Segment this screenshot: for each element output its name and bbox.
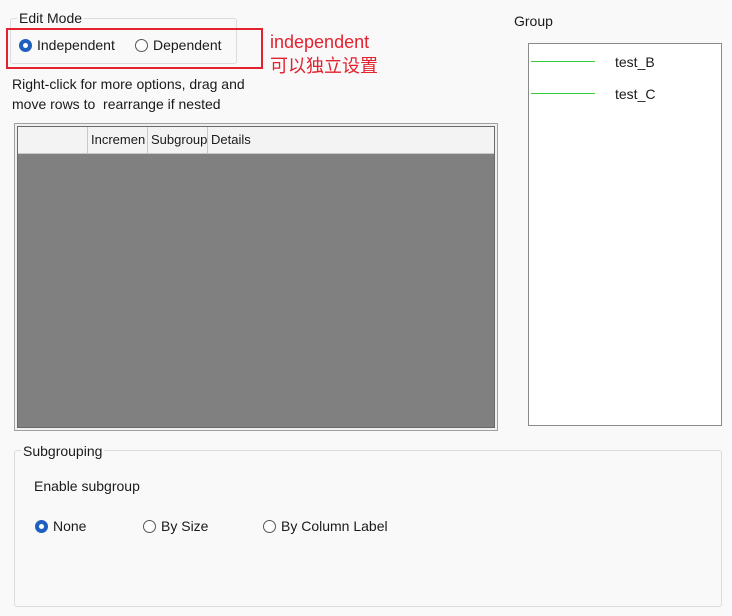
table-body[interactable]: Incremen Subgroup Details [17,126,495,428]
annotation-line-2: 可以独立设置 [270,56,378,76]
radio-selected-icon [35,519,48,533]
test-c-line-swatch [531,93,595,94]
group-listbox[interactable]: test_B test_C [528,43,722,426]
radio-unselected-icon [143,519,156,533]
by-column-label-label: By Column Label [281,518,388,534]
annotation-line-1: independent [270,32,370,52]
column-header-increment[interactable]: Incremen [88,127,148,153]
by-column-label-radio[interactable]: By Column Label [263,518,388,534]
instructions-line-2: move rows to rearrange if nested [12,96,221,112]
none-radio[interactable]: None [35,518,86,534]
group-item-test-c[interactable]: test_C [615,86,655,102]
enable-subgroup-label: Enable subgroup [34,478,140,494]
subgrouping-title: Subgrouping [21,443,105,459]
radio-unselected-icon [263,519,276,533]
edit-mode-title: Edit Mode [17,10,85,26]
table-header: Incremen Subgroup Details [18,127,494,154]
group-item-test-b[interactable]: test_B [615,54,655,70]
column-header-subgroup[interactable]: Subgroup [148,127,208,153]
column-header-blank[interactable] [18,127,88,153]
none-label: None [53,518,87,534]
annotation-highlight-box [6,28,263,69]
instructions-line-1: Right-click for more options, drag and [12,76,245,92]
column-header-details[interactable]: Details [208,127,288,153]
by-size-label: By Size [161,518,209,534]
test-b-line-swatch [531,61,595,62]
by-size-radio[interactable]: By Size [143,518,208,534]
group-title: Group [514,13,553,29]
rows-table[interactable]: Incremen Subgroup Details [14,123,498,431]
